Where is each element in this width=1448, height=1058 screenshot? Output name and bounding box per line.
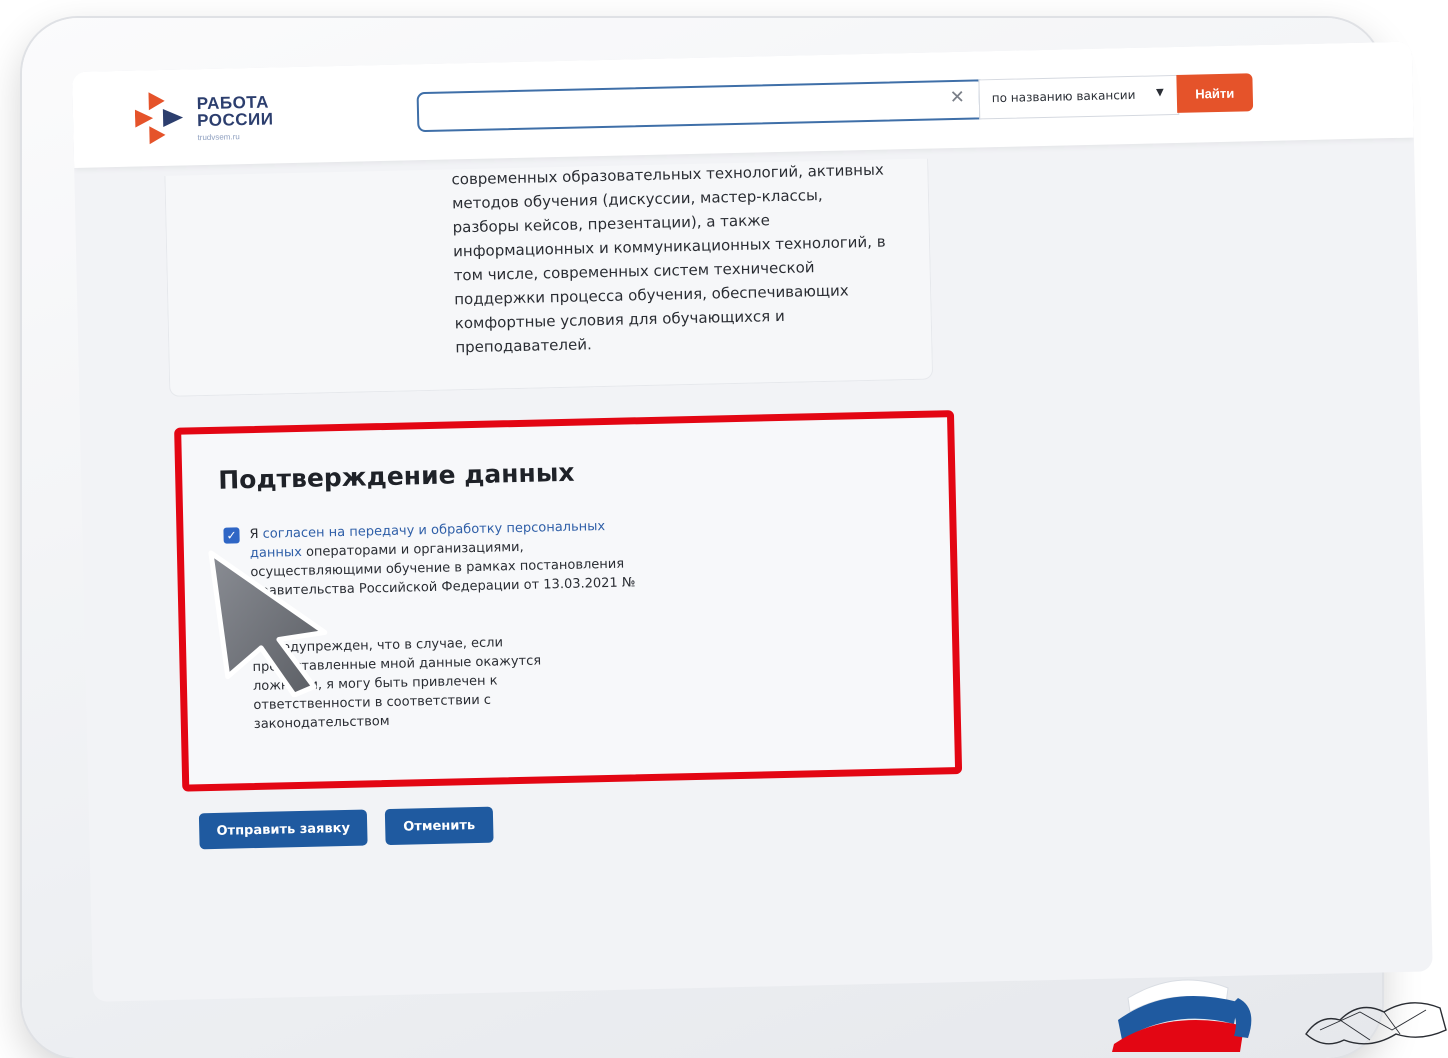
send-application-button[interactable]: Отправить заявку: [198, 809, 368, 850]
logo-arrows-icon: [134, 92, 184, 145]
search-mode-select[interactable]: по названию вакансии ▼: [978, 74, 1180, 120]
caret-down-icon: ▼: [1155, 87, 1164, 99]
description-card: современных образовательных технологий, …: [164, 158, 934, 397]
logo-site: trudvsem.ru: [197, 132, 240, 143]
cancel-button[interactable]: Отменить: [384, 806, 494, 846]
map-outline-icon: [1305, 1002, 1447, 1045]
search-box: ✕: [416, 79, 982, 133]
search-input[interactable]: [428, 82, 934, 128]
logo-title: РАБОТА РОССИИ: [196, 93, 274, 131]
consent-prefix: Я: [249, 526, 263, 543]
description-text: современных образовательных технологий, …: [451, 160, 886, 357]
search-mode-value: по названию вакансии: [991, 87, 1136, 106]
party-flag-logo-icon: [1112, 979, 1252, 1052]
browser-screen: РАБОТА РОССИИ trudvsem.ru ✕ по названию …: [72, 41, 1433, 1002]
close-icon[interactable]: ✕: [949, 87, 965, 108]
logo-line2: РОССИИ: [196, 109, 274, 131]
find-button[interactable]: Найти: [1176, 73, 1254, 113]
site-logo[interactable]: РАБОТА РОССИИ trudvsem.ru: [134, 88, 335, 149]
section-title: Подтверждение данных: [217, 457, 575, 495]
consent-checkbox[interactable]: ✓: [223, 527, 240, 544]
mouse-pointer-icon: [208, 550, 328, 698]
